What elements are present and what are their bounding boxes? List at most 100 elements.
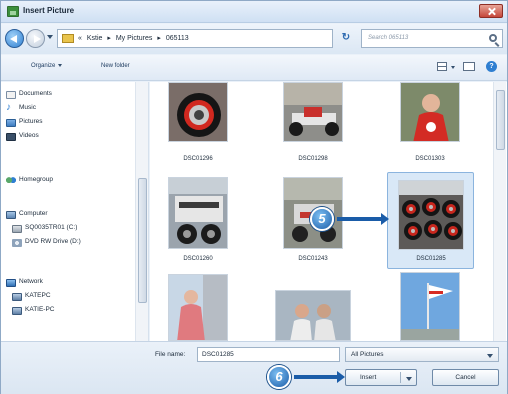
change-view-icon[interactable] bbox=[437, 62, 447, 71]
command-bar: Organize New folder ? bbox=[1, 55, 507, 81]
search-input[interactable]: Search 065113 bbox=[361, 29, 503, 48]
breadcrumb-separator: ▸ bbox=[107, 35, 111, 42]
sidebar-scrollbar[interactable] bbox=[135, 82, 148, 341]
sidebar-item-label: Homegroup bbox=[19, 176, 53, 183]
pit-equipment-photo-thumbnail bbox=[169, 178, 227, 248]
sidebar-item-label: Documents bbox=[19, 90, 52, 97]
sidebar-item-label: Computer bbox=[19, 210, 48, 217]
dvd-drive-icon bbox=[12, 239, 22, 247]
breadcrumb-current-folder[interactable]: 065113 bbox=[166, 35, 189, 42]
sidebar-item-label: Videos bbox=[19, 132, 39, 139]
title-bar: Insert Picture bbox=[1, 1, 507, 23]
preview-pane-icon[interactable] bbox=[463, 62, 475, 71]
window-title: Insert Picture bbox=[23, 6, 75, 15]
help-icon[interactable]: ? bbox=[486, 61, 497, 72]
homegroup-icon bbox=[6, 177, 16, 185]
navigation-pane: Documents Music Pictures Videos Homegrou… bbox=[1, 82, 149, 341]
driver-photo-thumbnail bbox=[401, 83, 459, 141]
file-thumbnail[interactable] bbox=[168, 274, 228, 341]
file-thumbnail[interactable] bbox=[168, 82, 228, 142]
pc-icon bbox=[12, 307, 22, 315]
filename-input[interactable]: DSC01285 bbox=[197, 347, 340, 362]
chevron-down-icon bbox=[58, 63, 63, 67]
cancel-button[interactable]: Cancel bbox=[432, 369, 499, 386]
file-name-label[interactable]: DSC01298 bbox=[273, 156, 353, 162]
filetype-value: All Pictures bbox=[351, 351, 384, 358]
sidebar-item-pictures[interactable]: Pictures bbox=[6, 118, 43, 130]
breadcrumb-kstie[interactable]: Kstie bbox=[87, 35, 103, 42]
sidebar-item-label: SQ0035TR01 (C:) bbox=[25, 224, 78, 231]
sidebar-item-videos[interactable]: Videos bbox=[6, 132, 39, 144]
sidebar-scrollbar-thumb[interactable] bbox=[138, 178, 147, 303]
crew-member-photo-thumbnail bbox=[169, 275, 227, 340]
filetype-select[interactable]: All Pictures bbox=[345, 347, 499, 362]
step-6-arrow-icon bbox=[294, 371, 345, 383]
file-thumbnail[interactable] bbox=[168, 177, 228, 249]
tire-stack-photo-thumbnail bbox=[399, 181, 463, 249]
organize-label: Organize bbox=[31, 63, 56, 69]
filename-label: File name: bbox=[155, 351, 186, 358]
sidebar-item-label: KATIE-PC bbox=[25, 306, 55, 313]
sidebar-item-dvd-drive[interactable]: DVD RW Drive (D:) bbox=[12, 238, 81, 250]
search-placeholder: Search 065113 bbox=[368, 35, 409, 41]
file-thumbnail[interactable] bbox=[275, 290, 351, 341]
pictures-icon bbox=[6, 119, 16, 127]
file-thumbnail[interactable] bbox=[400, 272, 460, 341]
file-name-label[interactable]: DSC01303 bbox=[390, 156, 470, 162]
computer-icon bbox=[6, 211, 16, 219]
insert-button-label: Insert bbox=[360, 374, 377, 381]
sidebar-item-homegroup[interactable]: Homegroup bbox=[6, 176, 53, 188]
sidebar-item-label: KATEPC bbox=[25, 292, 51, 299]
organize-button[interactable]: Organize bbox=[31, 63, 63, 69]
file-list-scrollbar-thumb[interactable] bbox=[496, 90, 505, 150]
file-thumbnail[interactable] bbox=[400, 82, 460, 142]
refresh-icon[interactable]: ↻ bbox=[339, 31, 353, 45]
recent-pages-chevron-icon[interactable] bbox=[47, 35, 53, 39]
insert-picture-dialog: Insert Picture « Kstie ▸ My Pictures ▸ 0… bbox=[0, 0, 508, 394]
file-name-label[interactable]: DSC01260 bbox=[158, 256, 238, 262]
file-thumbnail-selected[interactable] bbox=[398, 180, 464, 250]
file-name-label[interactable]: DSC01296 bbox=[158, 156, 238, 162]
sidebar-item-music[interactable]: Music bbox=[6, 102, 36, 116]
file-name-label[interactable]: DSC01285 bbox=[391, 256, 471, 262]
flag-photo-thumbnail bbox=[401, 273, 459, 340]
sidebar-item-computer[interactable]: Computer bbox=[6, 210, 48, 222]
file-name-label[interactable]: DSC01243 bbox=[273, 256, 353, 262]
sidebar-item-c-drive[interactable]: SQ0035TR01 (C:) bbox=[12, 224, 78, 236]
breadcrumb: « Kstie ▸ My Pictures ▸ 065113 bbox=[78, 34, 192, 42]
sidebar-item-label: Network bbox=[19, 278, 43, 285]
split-divider bbox=[400, 372, 401, 383]
close-button[interactable] bbox=[479, 4, 503, 18]
back-button[interactable] bbox=[5, 29, 24, 48]
music-icon bbox=[6, 102, 16, 113]
network-icon bbox=[6, 279, 16, 287]
sidebar-item-katie-pc[interactable]: KATIE-PC bbox=[12, 306, 55, 318]
breadcrumb-overflow[interactable]: « bbox=[78, 35, 82, 42]
address-row: « Kstie ▸ My Pictures ▸ 065113 ↻ Search … bbox=[1, 24, 507, 54]
chevron-down-icon bbox=[487, 354, 493, 358]
videos-icon bbox=[6, 133, 16, 141]
breadcrumb-my-pictures[interactable]: My Pictures bbox=[116, 35, 153, 42]
picture-app-icon bbox=[7, 6, 19, 17]
sidebar-item-label: Music bbox=[19, 104, 36, 111]
dialog-footer: File name: DSC01285 All Pictures Insert … bbox=[1, 341, 507, 394]
sidebar-item-label: DVD RW Drive (D:) bbox=[25, 238, 81, 245]
search-icon bbox=[489, 34, 497, 42]
sidebar-item-label: Pictures bbox=[19, 118, 43, 125]
tire-photo-thumbnail bbox=[169, 83, 227, 141]
forward-button[interactable] bbox=[26, 29, 45, 48]
insert-options-chevron-icon[interactable] bbox=[406, 377, 412, 381]
step-6-callout: 6 bbox=[267, 365, 291, 389]
race-car-photo-thumbnail bbox=[284, 83, 342, 141]
step-5-arrow-icon bbox=[337, 213, 389, 225]
sidebar-item-katepc[interactable]: KATEPC bbox=[12, 292, 51, 304]
sidebar-item-documents[interactable]: Documents bbox=[6, 90, 52, 102]
new-folder-button[interactable]: New folder bbox=[101, 63, 130, 69]
insert-button[interactable]: Insert bbox=[345, 369, 417, 386]
view-options-chevron-icon[interactable] bbox=[451, 66, 455, 69]
file-list-scrollbar[interactable] bbox=[493, 82, 506, 341]
address-bar[interactable]: « Kstie ▸ My Pictures ▸ 065113 bbox=[57, 29, 379, 48]
file-thumbnail[interactable] bbox=[283, 82, 343, 142]
breadcrumb-separator: ▸ bbox=[157, 35, 161, 42]
sidebar-item-network[interactable]: Network bbox=[6, 278, 43, 290]
